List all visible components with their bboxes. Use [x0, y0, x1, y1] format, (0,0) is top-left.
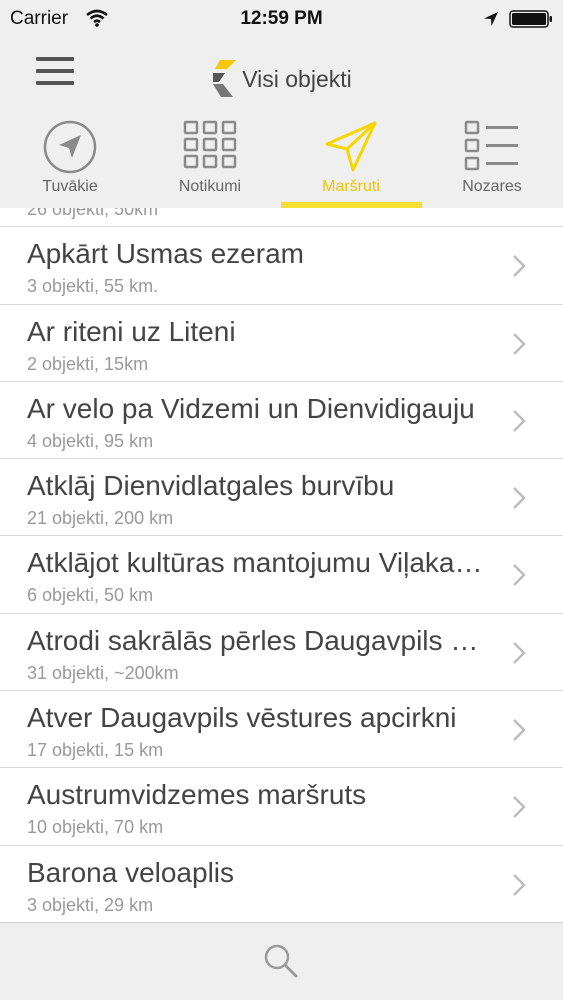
tab-label: Nozares	[462, 178, 522, 195]
navigation-bar: Visi objekti	[0, 40, 563, 112]
tab-label: Maršruti	[322, 178, 380, 195]
route-subtitle: 6 objekti, 50 km	[27, 585, 154, 606]
location-arrow-icon	[483, 11, 499, 32]
route-title: Barona veloaplis	[27, 856, 235, 888]
list-item[interactable]: Austrumvidzemes maršruts 10 objekti, 70 …	[0, 768, 563, 846]
chevron-right-icon	[511, 331, 527, 362]
route-subtitle: 3 objekti, 29 km	[27, 894, 154, 915]
route-subtitle: 26 objekti, 50km	[27, 208, 159, 219]
route-subtitle: 10 objekti, 70 km	[27, 817, 164, 838]
route-subtitle: 3 objekti, 55 km.	[27, 276, 159, 297]
nav-title-group: Visi objekti	[0, 60, 563, 98]
segment-tab-bar: Tuvākie Notikumi Maršruti Nozares	[0, 112, 563, 212]
chevron-right-icon	[511, 408, 527, 439]
chevron-right-icon	[511, 872, 527, 903]
tab-tuvakie[interactable]: Tuvākie	[0, 112, 140, 212]
page-title: Visi objekti	[242, 65, 352, 92]
list-item[interactable]: Apkārt Usmas ezeram 3 objekti, 55 km.	[0, 227, 563, 305]
route-subtitle: 4 objekti, 95 km	[27, 430, 154, 451]
list-item[interactable]: Atklāj Dienvidlatgales burvību 21 objekt…	[0, 459, 563, 537]
battery-full-icon	[509, 10, 553, 28]
route-subtitle: 2 objekti, 15km	[27, 353, 149, 374]
tab-label: Notikumi	[178, 178, 242, 195]
list-icon	[464, 120, 520, 172]
tab-marsruti[interactable]: Maršruti	[281, 112, 421, 212]
route-title: Ar riteni uz Liteni	[27, 315, 236, 347]
chevron-right-icon	[511, 640, 527, 671]
route-title: Atklājot kultūras mantojumu Viļakas nova…	[27, 547, 493, 579]
chevron-right-icon	[511, 717, 527, 748]
chevron-right-icon	[511, 485, 527, 516]
tab-notikumi[interactable]: Notikumi	[140, 112, 280, 212]
list-item[interactable]: Ar velo pa Vidzemi un Dienvidigauju 4 ob…	[0, 381, 563, 460]
tab-nozares[interactable]: Nozares	[422, 112, 562, 212]
paper-plane-icon	[323, 120, 379, 174]
list-item[interactable]: Barona veloaplis 3 objekti, 29 km	[0, 845, 563, 922]
route-title: Apkārt Usmas ezeram	[27, 238, 304, 270]
list-item[interactable]: Atrodi sakrālās pērles Daugavpils novadā…	[0, 613, 563, 692]
route-list[interactable]: 26 objekti, 50km Apkārt Usmas ezeram 3 o…	[0, 208, 563, 922]
bottom-toolbar	[0, 922, 563, 1000]
compass-arrow-icon	[43, 120, 97, 174]
list-item[interactable]: Atklājot kultūras mantojumu Viļakas nova…	[0, 536, 563, 614]
route-title: Ar velo pa Vidzemi un Dienvidigauju	[27, 392, 475, 424]
route-subtitle: 31 objekti, ~200km	[27, 662, 179, 683]
route-title: Atver Daugavpils vēstures apcirkni	[27, 702, 457, 734]
route-title: Atrodi sakrālās pērles Daugavpils novadā	[27, 624, 493, 656]
chevron-right-icon	[511, 562, 527, 593]
chevron-right-icon	[511, 794, 527, 825]
list-item[interactable]: Atver Daugavpils vēstures apcirkni 17 ob…	[0, 691, 563, 769]
route-subtitle: 21 objekti, 200 km	[27, 508, 174, 529]
list-item-partial[interactable]: 26 objekti, 50km	[0, 208, 563, 228]
chevron-right-icon	[511, 253, 527, 284]
route-title: Atklāj Dienvidlatgales burvību	[27, 470, 395, 502]
route-list-content: 26 objekti, 50km Apkārt Usmas ezeram 3 o…	[0, 208, 563, 922]
status-bar: Carrier 12:59 PM	[0, 0, 563, 40]
app-logo-icon	[211, 60, 237, 98]
list-item[interactable]: Ar riteni uz Liteni 2 objekti, 15km	[0, 304, 563, 382]
search-icon[interactable]	[263, 943, 299, 979]
route-title: Austrumvidzemes maršruts	[27, 779, 367, 811]
status-time: 12:59 PM	[240, 8, 323, 29]
tab-label: Tuvākie	[42, 178, 98, 195]
route-subtitle: 17 objekti, 15 km	[27, 740, 164, 761]
grid-icon	[183, 120, 237, 170]
